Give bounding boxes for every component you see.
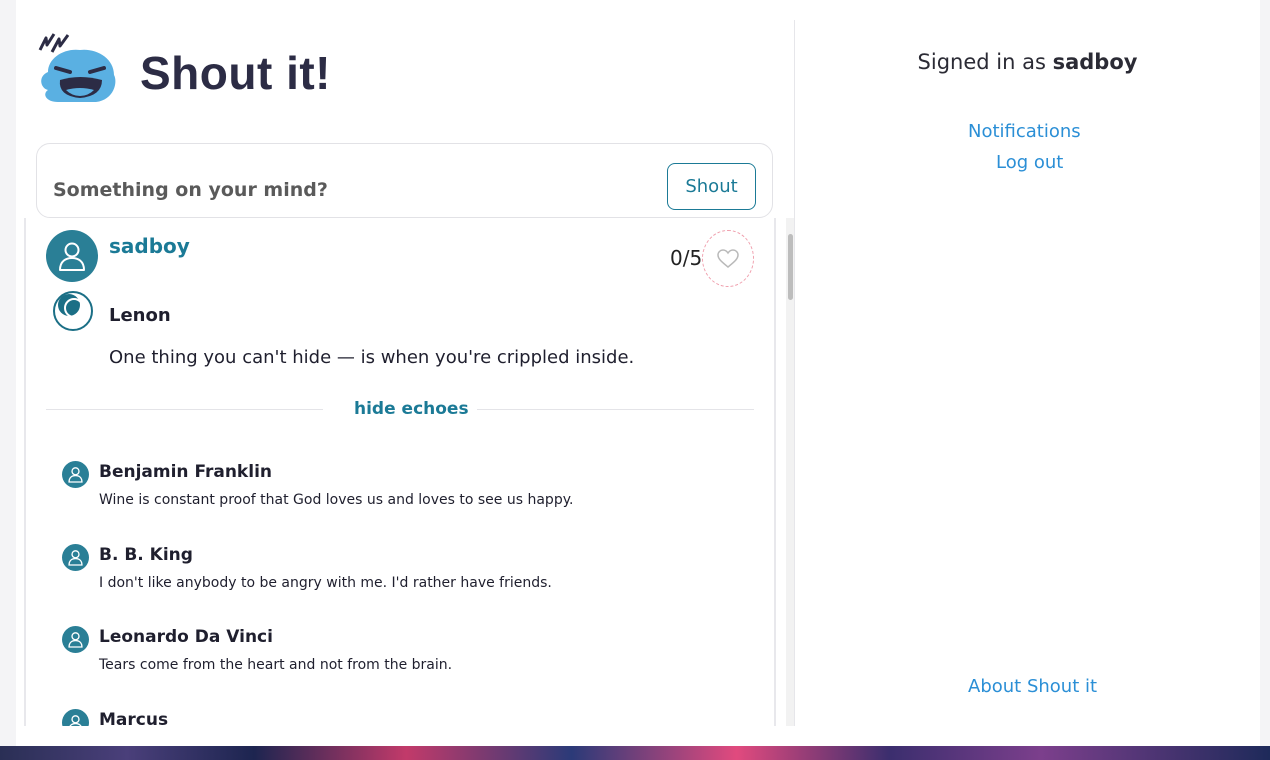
echo-author[interactable]: Leonardo Da Vinci xyxy=(99,627,273,647)
shout-input[interactable] xyxy=(53,176,613,204)
divider xyxy=(477,409,754,410)
app-title: Shout it! xyxy=(140,47,331,99)
background-image-strip xyxy=(0,746,1270,760)
user-icon xyxy=(59,242,85,271)
page-edge-left xyxy=(0,0,16,746)
echo-avatar[interactable] xyxy=(62,544,89,571)
echo-item: Marcus xyxy=(62,704,742,726)
echo-item: Leonardo Da Vinci Tears come from the he… xyxy=(62,621,742,681)
heart-icon xyxy=(717,248,739,268)
notifications-link[interactable]: Notifications xyxy=(968,121,1081,142)
user-icon xyxy=(68,467,83,483)
echo-text: Tears come from the heart and not from t… xyxy=(99,657,453,673)
like-button[interactable] xyxy=(702,230,754,287)
quote-text: One thing you can't hide — is when you'r… xyxy=(109,347,635,368)
echo-author[interactable]: Benjamin Franklin xyxy=(99,462,272,482)
moon-icon xyxy=(51,288,95,334)
echo-author[interactable]: B. B. King xyxy=(99,545,193,565)
user-icon xyxy=(68,632,83,648)
about-link[interactable]: About Shout it xyxy=(968,676,1097,697)
post-author-avatar[interactable] xyxy=(46,230,98,282)
quote-author: Lenon xyxy=(109,305,171,326)
divider xyxy=(46,409,323,410)
echo-text: I don't like anybody to be angry with me… xyxy=(99,575,552,591)
main-column: Shout it! Shout sadboy 0/5 Lenon One t xyxy=(16,0,794,746)
shout-button[interactable]: Shout xyxy=(667,163,756,210)
shout-feed[interactable]: sadboy 0/5 Lenon One thing you can't hid… xyxy=(24,218,776,726)
echo-item: Benjamin Franklin Wine is constant proof… xyxy=(62,456,742,516)
sidebar: Signed in as sadboy Notifications Log ou… xyxy=(795,0,1260,746)
echo-author[interactable]: Marcus xyxy=(99,710,168,726)
feed-scrollbar-thumb[interactable] xyxy=(788,234,793,300)
shouting-face-icon[interactable] xyxy=(36,20,126,110)
shout-composer: Shout xyxy=(36,143,773,218)
echo-text: Wine is constant proof that God loves us… xyxy=(99,492,574,508)
signed-in-label: Signed in as xyxy=(917,50,1046,74)
hide-echoes-button[interactable]: hide echoes xyxy=(354,399,469,419)
user-icon xyxy=(68,550,83,566)
signed-in-status: Signed in as sadboy xyxy=(795,50,1260,74)
echo-avatar[interactable] xyxy=(62,626,89,653)
user-icon xyxy=(69,715,82,726)
logout-link[interactable]: Log out xyxy=(996,152,1063,173)
page-edge-right xyxy=(1260,0,1270,746)
current-username: sadboy xyxy=(1052,50,1138,74)
post-author-name[interactable]: sadboy xyxy=(109,234,190,258)
echo-avatar[interactable] xyxy=(62,461,89,488)
echo-item: B. B. King I don't like anybody to be an… xyxy=(62,539,742,599)
echo-avatar[interactable] xyxy=(62,709,89,726)
likes-count: 0/5 xyxy=(670,246,703,270)
